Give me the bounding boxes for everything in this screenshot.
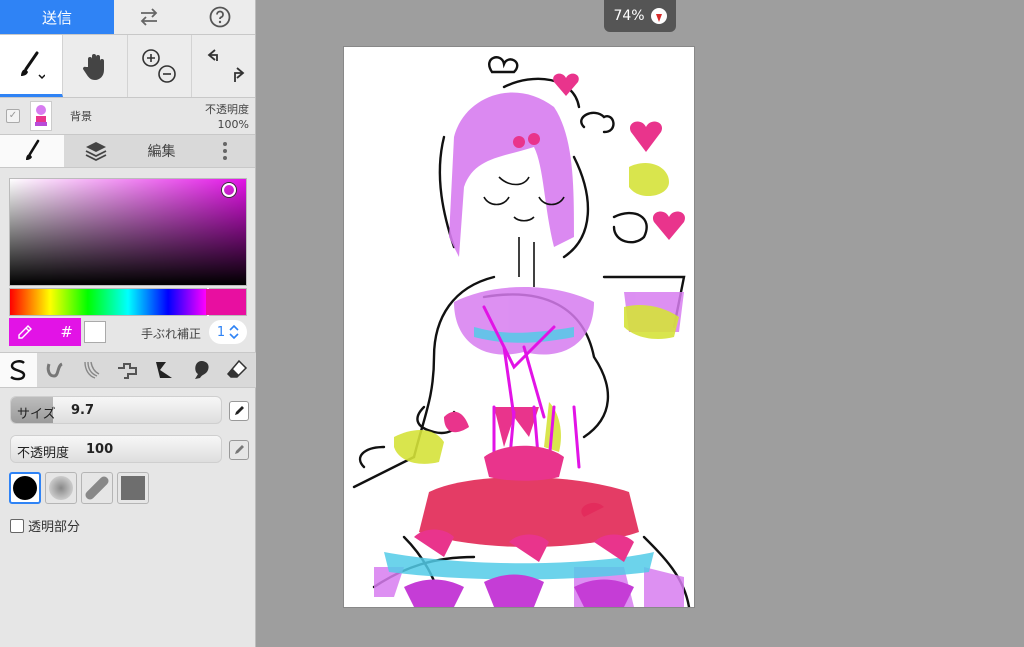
stabilizer-stepper[interactable]: 1 [209, 320, 247, 344]
pencil-brush-icon [46, 362, 63, 378]
artwork [352, 56, 691, 607]
flat-tip-icon [85, 476, 109, 500]
color-panel: # 手ぶれ補正 1 [0, 168, 255, 354]
top-bar: 送信 [0, 0, 255, 35]
opacity-pressure-button[interactable] [229, 440, 249, 460]
zoom-indicator[interactable]: 74% [604, 0, 676, 32]
hue-slider[interactable] [9, 288, 247, 316]
tip-soft-round[interactable] [45, 472, 77, 504]
panel-tabs: 編集 [0, 135, 255, 168]
brush-icon [21, 51, 46, 79]
current-color-swatch[interactable]: # [9, 318, 81, 346]
sidebar: 送信 ✓ 背景 不透明度 100% 編集 # 手ぶれ補正 1 サイズ 9.7 不… [0, 0, 256, 647]
swap-arrows-icon [140, 8, 158, 26]
dot-brush-icon [117, 363, 137, 379]
layer-opacity: 不透明度 100% [205, 102, 249, 132]
stabilizer-label: 手ぶれ補正 [141, 327, 202, 341]
more-menu-button[interactable] [195, 135, 255, 167]
brush-type-eraser[interactable] [219, 353, 256, 387]
brush-tool-button[interactable] [0, 35, 64, 97]
tab-edit[interactable]: 編集 [128, 135, 195, 167]
hard-round-tip-icon [13, 476, 37, 500]
layer-name: 背景 [70, 110, 92, 123]
hand-tool-button[interactable] [63, 35, 128, 97]
color-picker-handle[interactable] [222, 183, 236, 197]
pen-pressure-icon [235, 406, 244, 415]
more-vertical-icon [223, 142, 227, 160]
tip-flat[interactable] [81, 472, 113, 504]
brush-type-row [0, 352, 256, 388]
swap-button[interactable] [114, 0, 185, 34]
stepper-arrows-icon [229, 325, 239, 339]
brush-type-watercolor[interactable] [73, 353, 110, 387]
recent-color-chip[interactable] [206, 289, 246, 315]
size-slider[interactable]: サイズ 9.7 [10, 396, 222, 424]
help-button[interactable] [185, 0, 256, 34]
tool-row [0, 35, 255, 98]
secondary-color-swatch[interactable] [84, 321, 106, 343]
eraser-icon [227, 359, 248, 378]
blur-brush-icon [194, 361, 209, 379]
zoom-in-out-icon [142, 49, 176, 83]
layer-opacity-value: 100% [217, 118, 249, 131]
opacity-slider[interactable]: 不透明度 100 [10, 435, 222, 463]
size-value: 9.7 [71, 403, 95, 418]
tip-hard-round[interactable] [9, 472, 41, 504]
undo-redo-button[interactable] [192, 35, 255, 97]
pen-pressure-icon [235, 445, 244, 454]
watercolor-brush-icon [84, 361, 100, 379]
brush-tab-icon [26, 139, 40, 160]
transparent-label: 透明部分 [28, 520, 81, 535]
stabilizer-value: 1 [216, 324, 226, 340]
hand-icon [82, 54, 104, 80]
felt-brush-icon [156, 362, 173, 378]
saturation-value-picker[interactable] [9, 178, 247, 286]
brush-type-dot[interactable] [110, 353, 147, 387]
hex-input-button[interactable]: # [60, 323, 73, 341]
size-label: サイズ [17, 407, 56, 422]
layer-row[interactable]: ✓ 背景 不透明度 100% [0, 98, 255, 135]
zoom-value: 74% [613, 8, 645, 24]
pen-brush-icon [10, 360, 26, 381]
question-circle-icon [209, 6, 231, 28]
opacity-value: 100 [86, 442, 114, 457]
undo-redo-icon [207, 49, 245, 82]
layer-visibility-checkbox[interactable]: ✓ [6, 109, 20, 123]
opacity-label: 不透明度 [17, 446, 70, 461]
tip-square[interactable] [117, 472, 149, 504]
layer-thumbnail [30, 101, 52, 131]
zoom-button[interactable] [128, 35, 192, 97]
drawing-canvas[interactable] [344, 47, 694, 607]
send-button[interactable]: 送信 [0, 0, 114, 34]
tab-layers[interactable] [64, 135, 128, 167]
transparent-option[interactable]: 透明部分 [10, 516, 80, 535]
brush-tip-row [9, 472, 149, 504]
brush-type-pencil[interactable] [37, 353, 74, 387]
tab-brush[interactable] [0, 135, 64, 167]
color-controls-row: # 手ぶれ補正 1 [9, 318, 247, 346]
soft-round-tip-icon [49, 476, 73, 500]
eyedropper-icon [18, 325, 32, 339]
size-pressure-button[interactable] [229, 401, 249, 421]
brush-type-pen[interactable] [0, 353, 37, 387]
square-tip-icon [121, 476, 145, 500]
brush-type-felt[interactable] [146, 353, 183, 387]
rotation-dial-icon [650, 8, 667, 24]
brush-type-blur[interactable] [183, 353, 220, 387]
layer-opacity-label: 不透明度 [205, 103, 249, 116]
layers-icon [85, 142, 107, 162]
transparent-checkbox[interactable] [10, 518, 24, 533]
